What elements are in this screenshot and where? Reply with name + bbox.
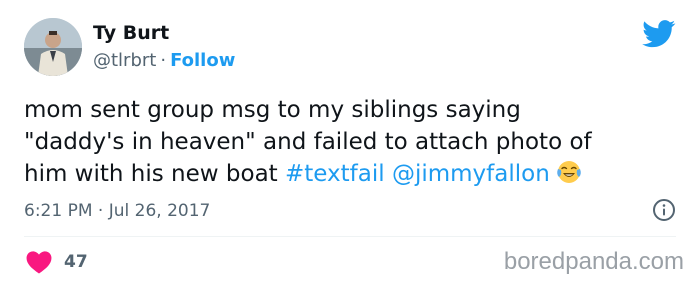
author-name[interactable]: Ty Burt <box>93 22 169 44</box>
follow-button[interactable]: Follow <box>170 50 235 71</box>
divider <box>24 236 676 237</box>
like-count: 47 <box>64 252 88 272</box>
tweet-text-line: "daddy's in heaven" and failed to attach… <box>24 129 592 155</box>
twitter-bird-icon[interactable] <box>642 20 676 48</box>
author-handle-row: @tlrbrt · Follow <box>93 50 235 71</box>
author-handle[interactable]: @tlrbrt <box>93 50 156 71</box>
tweet-timestamp[interactable]: 6:21 PM · Jul 26, 2017 <box>24 201 210 221</box>
tweet-text-line: mom sent group msg to my siblings saying <box>24 97 521 123</box>
avatar[interactable] <box>24 18 82 76</box>
hashtag-link[interactable]: #textfail <box>285 161 385 187</box>
tweet-text-segment: him with his new boat <box>24 161 278 187</box>
face-with-tears-of-joy-icon <box>556 161 581 183</box>
tweet-text-line: him with his new boat #textfail @jimmyfa… <box>24 158 684 190</box>
separator-dot: · <box>160 50 167 71</box>
tweet-card: Ty Burt @tlrbrt · Follow mom sent group ms… <box>0 0 700 288</box>
avatar-photo <box>24 18 82 76</box>
info-icon[interactable] <box>652 198 676 222</box>
heart-icon[interactable] <box>26 250 52 274</box>
watermark: boredpanda.com <box>503 248 684 275</box>
tweet-text: mom sent group msg to my siblings saying… <box>24 94 684 190</box>
mention-link[interactable]: @jimmyfallon <box>392 161 550 187</box>
